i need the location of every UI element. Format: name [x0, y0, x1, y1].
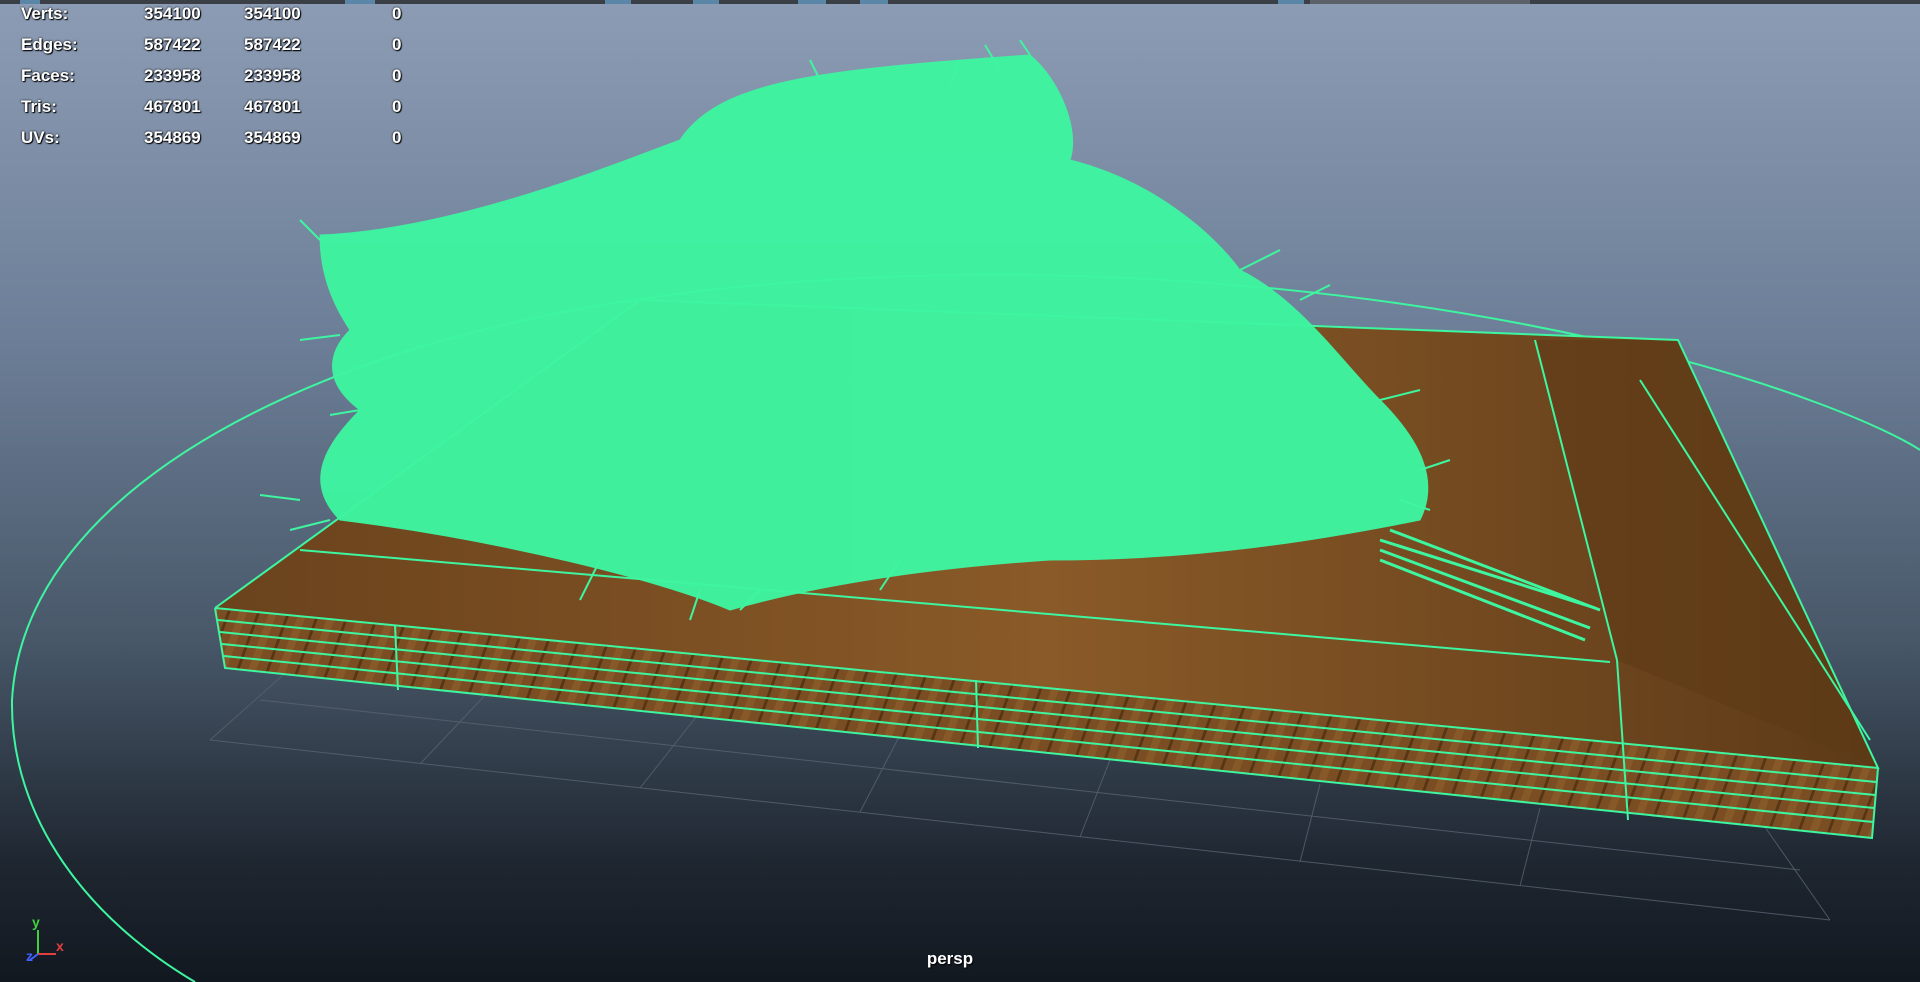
stat-total: 587422: [144, 35, 201, 54]
stat-extra: 0: [392, 4, 402, 23]
camera-name-label: persp: [926, 949, 974, 968]
stat-selected: 587422: [244, 35, 301, 54]
stat-total: 354869: [144, 128, 201, 147]
stat-selected: 354869: [244, 128, 301, 147]
stat-extra: 0: [392, 128, 402, 147]
stat-label: Edges:: [21, 35, 78, 54]
stat-extra: 0: [392, 97, 402, 116]
stat-extra: 0: [392, 35, 402, 54]
stat-total: 467801: [144, 97, 201, 116]
stat-label: UVs:: [21, 128, 60, 147]
stat-total: 354100: [144, 4, 201, 23]
stat-selected: 233958: [244, 66, 301, 85]
stat-selected: 467801: [244, 97, 301, 116]
axis-y-label: y: [32, 914, 40, 930]
stat-total: 233958: [144, 66, 201, 85]
maya-viewport[interactable]: Verts: 354100 354100 0 Edges: 587422 587…: [0, 0, 1920, 982]
stat-label: Verts:: [21, 4, 69, 23]
stat-selected: 354100: [244, 4, 301, 23]
stat-label: Tris:: [21, 97, 57, 116]
stat-label: Faces:: [21, 66, 75, 85]
stat-extra: 0: [392, 66, 402, 85]
